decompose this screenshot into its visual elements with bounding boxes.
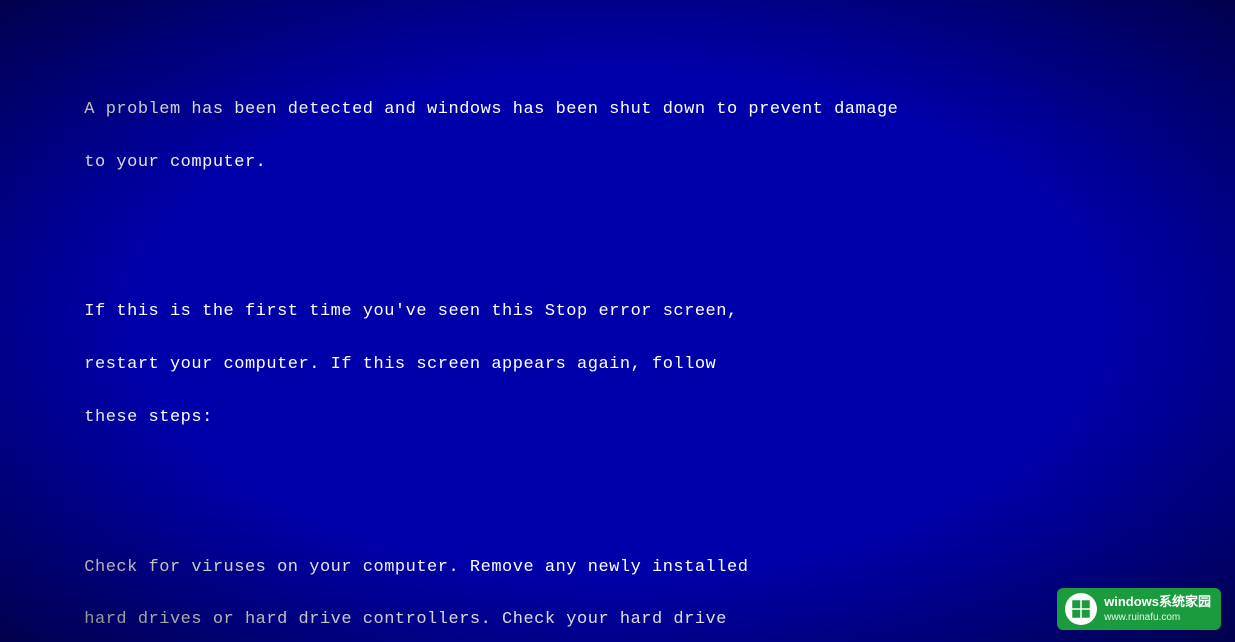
watermark-icon	[1065, 593, 1097, 625]
bsod-line-3: If this is the first time you've seen th…	[84, 302, 737, 321]
bsod-screen: A problem has been detected and windows …	[0, 0, 1235, 642]
watermark-badge: windows系统家园 www.ruinafu.com	[1057, 588, 1221, 630]
paragraph-1: A problem has been detected and windows …	[20, 71, 1215, 203]
paragraph-3: Check for viruses on your computer. Remo…	[20, 528, 1215, 642]
windows-logo-icon	[1071, 599, 1091, 619]
watermark-text-block: windows系统家园 www.ruinafu.com	[1104, 594, 1211, 624]
bsod-line-6: Check for viruses on your computer. Remo…	[84, 558, 748, 577]
watermark-site-name: windows系统家园	[1104, 594, 1211, 611]
bsod-line-4: restart your computer. If this screen ap…	[84, 355, 716, 374]
bsod-line-2: to your computer.	[84, 153, 266, 172]
bsod-line-5: these steps:	[84, 408, 213, 427]
bsod-line-1: A problem has been detected and windows …	[84, 100, 898, 119]
watermark-site-url: www.ruinafu.com	[1104, 611, 1211, 624]
bsod-line-7: hard drives or hard drive controllers. C…	[84, 610, 727, 629]
bsod-text-content: A problem has been detected and windows …	[20, 18, 1215, 642]
paragraph-2: If this is the first time you've seen th…	[20, 273, 1215, 457]
